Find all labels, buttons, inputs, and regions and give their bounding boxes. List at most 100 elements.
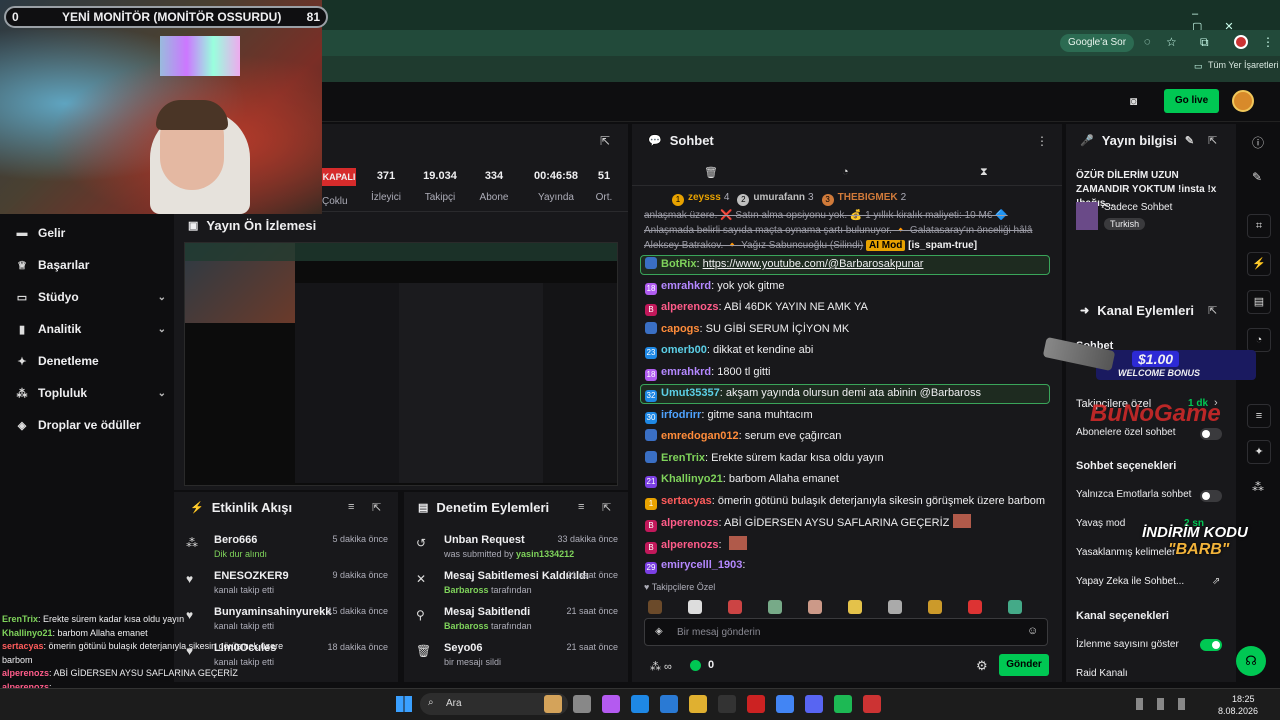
profile-icon[interactable] (1234, 35, 1248, 49)
chat-message[interactable]: Balperenozs: ABİ GİDERSEN AYSU SAFLARINA… (645, 514, 1055, 532)
clipboard-icon[interactable]: ▤ (1247, 290, 1271, 314)
chat-username[interactable]: Khallinyo21 (661, 473, 723, 485)
sidebar-item-6[interactable]: ◈ Droplar ve ödüller (16, 415, 166, 435)
moderation-item[interactable]: ↺ Unban Request was submitted by yasin1334… (414, 534, 618, 566)
address-bar[interactable] (320, 30, 1280, 56)
banned-words-label[interactable]: Yasaklanmış kelimeler (1076, 547, 1175, 558)
chat-username[interactable]: alperenozs (661, 517, 718, 529)
all-bookmarks-link[interactable]: Tüm Yer İşaretleri (1208, 60, 1279, 70)
sub-only-toggle[interactable] (1200, 428, 1222, 440)
expand-icon[interactable]: ⇱ (600, 134, 610, 148)
emote-icon[interactable] (1008, 600, 1022, 614)
chat-username[interactable]: Umut35357 (661, 387, 720, 399)
chat-username[interactable]: alperenozs (661, 539, 718, 551)
go-live-button[interactable]: Go live (1164, 89, 1219, 113)
emote-icon[interactable] (688, 600, 702, 614)
show-viewers-toggle[interactable] (1200, 639, 1222, 651)
popout-icon[interactable]: ⇱ (372, 501, 381, 514)
category-name[interactable]: Sadece Sohbet (1104, 202, 1172, 213)
chat-username[interactable]: omerb00 (661, 344, 707, 356)
moderation-user[interactable]: Barbaross (444, 621, 489, 631)
emote-only-toggle[interactable] (1200, 490, 1222, 502)
emote-icon[interactable] (728, 600, 742, 614)
emote-icon[interactable] (808, 600, 822, 614)
hourglass-icon[interactable]: ⧗ (980, 166, 988, 179)
more-icon[interactable]: ⋮ (1036, 134, 1048, 148)
emote-icon[interactable] (888, 600, 902, 614)
points-icon[interactable]: ⁂ ∞ (650, 660, 672, 673)
taskbar-app-icon[interactable] (718, 695, 736, 713)
windows-start-icon[interactable] (396, 696, 412, 712)
taskbar-app-icon[interactable] (544, 695, 562, 713)
stream-preview-video[interactable] (184, 242, 618, 486)
chat-username[interactable]: BotRix (661, 258, 696, 270)
info-icon[interactable]: ⓘ (1252, 134, 1264, 151)
chat-message[interactable]: capogs: SU GİBİ SERUM İÇİYON MK (645, 321, 1055, 337)
taskbar-app-icon[interactable] (602, 695, 620, 713)
emote-icon[interactable] (928, 600, 942, 614)
sidebar-item-0[interactable]: ▬ Gelir (16, 223, 166, 243)
sidebar-item-5[interactable]: ⁂ Topluluk ⌄ (16, 383, 167, 403)
emote-icon[interactable] (768, 600, 782, 614)
popout-icon[interactable]: ⇱ (1208, 304, 1217, 317)
moderation-user[interactable]: Barbaross (444, 585, 489, 595)
taskbar-app-icon[interactable] (631, 695, 649, 713)
tray-icons[interactable] (1136, 698, 1206, 710)
popout-icon[interactable]: ⇱ (1208, 134, 1217, 147)
menu-icon[interactable]: ⋮ (1262, 35, 1274, 49)
taskbar-app-icon[interactable] (660, 695, 678, 713)
chat-message[interactable]: 23 omerb00: dikkat et kendine abi (645, 342, 1055, 359)
moderation-user[interactable]: yasin1334212 (516, 549, 574, 559)
raid-label[interactable]: Raid Kanalı (1076, 668, 1128, 679)
chevron-down-icon[interactable]: ⌄ (158, 388, 166, 399)
chat-username[interactable]: alperenozs (661, 301, 718, 313)
emoji-icon[interactable]: ☺ (1027, 625, 1038, 637)
chat-username[interactable]: emirycelll_1903 (661, 559, 742, 571)
moderation-item[interactable]: ⚲ Mesaj Sabitlendi Barbaross tarafından 21 … (414, 606, 618, 638)
community-icon[interactable]: ⁂ (1252, 480, 1264, 494)
chevron-down-icon[interactable]: ⌄ (158, 292, 166, 303)
chevron-down-icon[interactable]: ⌄ (158, 324, 166, 335)
gifter-name[interactable]: umurafann (753, 192, 805, 203)
ai-chat-label[interactable]: Yapay Zeka ile Sohbet... (1076, 576, 1184, 587)
trash-icon[interactable]: 🗑 (704, 166, 718, 179)
external-link-icon[interactable]: ⇗ (1212, 576, 1220, 587)
sidebar-item-1[interactable]: ♕ Başarılar (16, 255, 166, 275)
emote-icon[interactable] (968, 600, 982, 614)
activity-item[interactable]: ⁂ Bero666 Dik dur alındı 5 dakika önce (184, 534, 388, 566)
taskbar-app-icon[interactable] (689, 695, 707, 713)
taskbar-app-icon[interactable] (747, 695, 765, 713)
chat-username[interactable]: emrahkrd (661, 366, 711, 378)
google-ask-chip[interactable]: Google'a Sor (1060, 34, 1135, 52)
chat-message[interactable]: ErenTrix: Erekte sürem kadar kısa oldu y… (645, 450, 1055, 466)
moderation-item[interactable]: ✕ Mesaj Sabitlemesi Kaldırıldı Barbaross t… (414, 570, 618, 602)
taskbar-app-icon[interactable] (776, 695, 794, 713)
chat-message[interactable]: 1 sertacyas: ömerin götünü bulaşık deterj… (645, 493, 1055, 510)
filter-icon[interactable]: ≡ (348, 501, 354, 513)
send-button[interactable]: Gönder (999, 654, 1049, 676)
message-icon[interactable]: ◔ (1247, 328, 1271, 352)
emote-icon[interactable] (648, 600, 662, 614)
star-icon[interactable]: ☆ (1166, 35, 1177, 49)
activity-item[interactable]: ♥ Bunyaminsahinyurekk kanalı takip etti 15 … (184, 606, 388, 638)
sidebar-item-3[interactable]: ▮ Analitik ⌄ (16, 319, 166, 339)
chat-username[interactable]: sertacyas (661, 495, 712, 507)
emote-icon[interactable] (848, 600, 862, 614)
taskbar-app-icon[interactable] (834, 695, 852, 713)
gifter-name[interactable]: zeysss (688, 192, 721, 203)
moderation-item[interactable]: 🗑 Seyo06 bir mesajı sildi 21 saat önce (414, 642, 618, 674)
camera-icon[interactable]: ◙ (1130, 94, 1137, 108)
gifter-name[interactable]: THEBIGMEK (838, 192, 898, 203)
activity-item[interactable]: ♥ ENESOZKER9 kanalı takip etti 9 dakika önc… (184, 570, 388, 602)
chat-message[interactable]: 18 emrahkrd: 1800 tl gitti (645, 364, 1055, 381)
chat-username[interactable]: capogs (661, 323, 700, 335)
taskbar-app-icon[interactable] (863, 695, 881, 713)
popout-icon[interactable]: ⇱ (602, 501, 611, 514)
list-icon[interactable]: ≡ (1247, 404, 1271, 428)
chat-message[interactable]: Balperenozs: ABİ 46DK YAYIN NE AMK YA (645, 299, 1055, 316)
chat-input-box[interactable]: ◈ Bir mesaj gönderin ☺ (644, 618, 1048, 646)
wrench-icon[interactable]: ✦ (1247, 440, 1271, 464)
chat-username[interactable]: ErenTrix (661, 452, 705, 464)
chat-username[interactable]: emrahkrd (661, 280, 711, 292)
settings-gear-icon[interactable]: ⚙ (976, 658, 988, 674)
